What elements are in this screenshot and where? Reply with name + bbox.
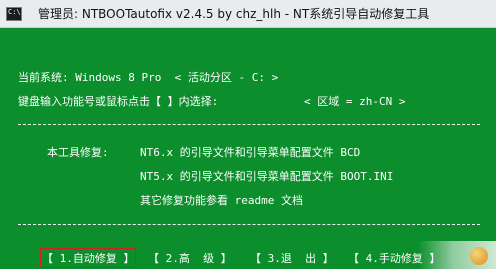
window-title: 管理员: NTBOOTautofix v2.4.5 by chz_hlh - N… xyxy=(38,7,430,21)
region-label: < 区域 = zh-CN > xyxy=(304,95,406,108)
system-info-line: 当前系统: Windows 8 Pro < 活动分区 - C: > xyxy=(18,71,279,84)
cmd-icon-glyph: C:\ xyxy=(8,8,21,16)
repair-item-nt6: NT6.x 的引导文件和引导菜单配置文件 BCD xyxy=(140,146,361,159)
menu-item-auto-repair[interactable]: 【 1.自动修复 】 xyxy=(42,252,135,266)
cmd-console-icon[interactable]: C:\ xyxy=(6,7,22,21)
title-bar[interactable]: C:\ 管理员: NTBOOTautofix v2.4.5 by chz_hlh… xyxy=(0,0,496,28)
repair-item-nt5: NT5.x 的引导文件和引导菜单配置文件 BOOT.INI xyxy=(140,170,394,183)
separator-bottom xyxy=(18,224,480,225)
menu-item-exit[interactable]: 【 3.退 出 】 xyxy=(250,252,334,266)
console-window: C:\ 管理员: NTBOOTautofix v2.4.5 by chz_hlh… xyxy=(0,0,496,269)
menu-item-advanced[interactable]: 【 2.高 级 】 xyxy=(148,252,232,266)
separator-top xyxy=(18,124,480,125)
watermark-overlay xyxy=(418,241,496,269)
watermark-logo-icon xyxy=(470,247,488,265)
repair-heading: 本工具修复: xyxy=(47,146,109,159)
console-body: 当前系统: Windows 8 Pro < 活动分区 - C: > 键盘输入功能… xyxy=(0,28,496,269)
repair-item-readme: 其它修复功能参看 readme 文档 xyxy=(140,194,303,207)
input-prompt-line: 键盘输入功能号或鼠标点击【 】内选择: xyxy=(18,95,219,108)
